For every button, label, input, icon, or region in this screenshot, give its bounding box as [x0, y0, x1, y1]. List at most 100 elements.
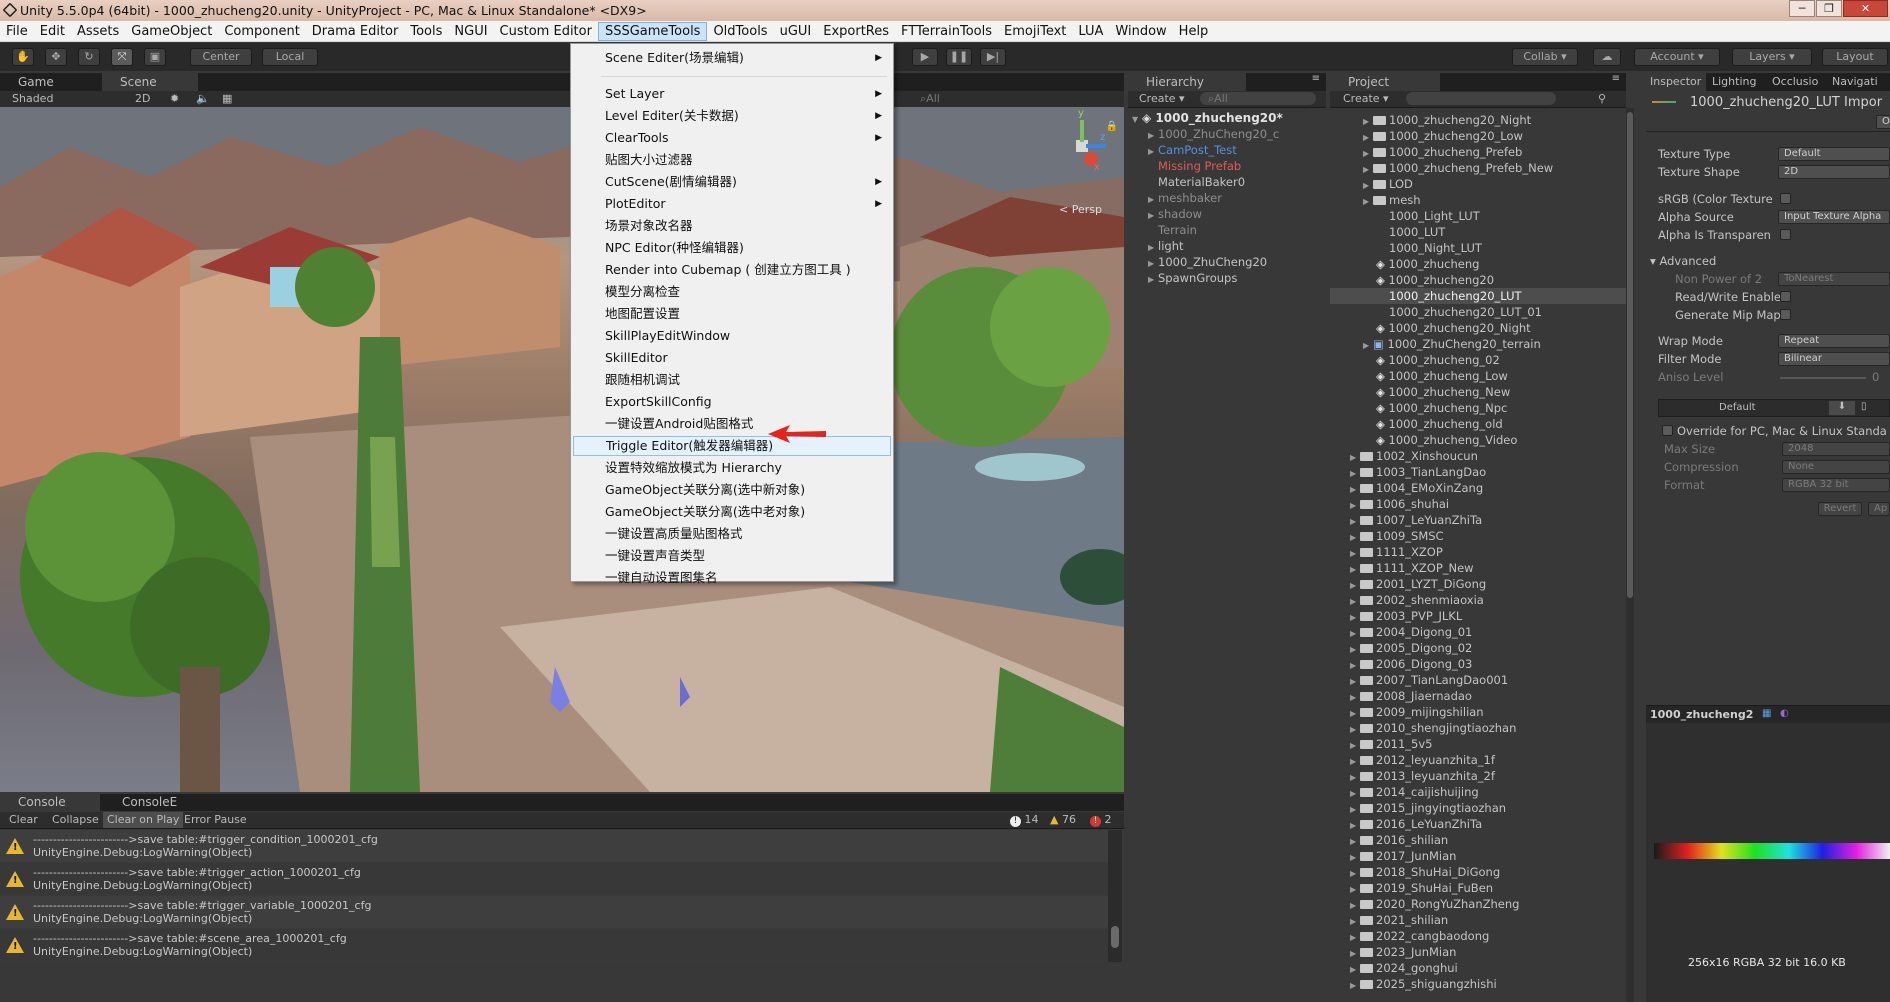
effects-toggle-icon[interactable]: ▦ [222, 91, 232, 107]
menu-assets[interactable]: Assets [71, 22, 125, 41]
project-create-dropdown[interactable]: Create ▾ [1343, 91, 1389, 107]
menu-item-15[interactable]: 跟随相机调试 [573, 370, 891, 390]
aniso-slider[interactable] [1780, 377, 1866, 379]
pivot-local-toggle[interactable]: Local [262, 48, 318, 66]
lock-icon[interactable]: 🔒 [1106, 121, 1118, 132]
menu-item-24[interactable]: 一键自动设置图集名 [573, 568, 891, 588]
clear-button[interactable]: Clear [9, 812, 38, 828]
console-scrollbar-thumb[interactable] [1111, 926, 1119, 948]
lighting-toggle-icon[interactable]: ✹ [170, 91, 179, 107]
hierarchy-item[interactable]: ▶ meshbaker [1148, 190, 1222, 206]
project-item[interactable]: ◈ 1000_zhucheng20 [1376, 272, 1494, 288]
project-item[interactable]: ◈ 1000_zhucheng_Video [1376, 432, 1517, 448]
layers-dropdown[interactable]: Layers ▾ [1732, 48, 1812, 66]
menu-item-10[interactable]: Render into Cubemap ( 创建立方图工具 ) [573, 260, 891, 280]
tab-occlusion[interactable]: Occlusio [1768, 73, 1826, 91]
hierarchy-item[interactable]: ▶ light [1148, 238, 1184, 254]
project-item[interactable]: ▶ 1009_SMSC [1350, 528, 1444, 544]
perspective-label[interactable]: < Persp [1059, 203, 1102, 216]
collapse-button[interactable]: Collapse [52, 812, 99, 828]
menu-item-16[interactable]: ExportSkillConfig [573, 392, 891, 412]
tab-project[interactable]: Project [1330, 73, 1440, 91]
project-item[interactable]: ▶ 2016_shilian [1350, 832, 1448, 848]
project-item[interactable]: ▶ 2011_5v5 [1350, 736, 1432, 752]
readwrite-checkbox[interactable] [1780, 291, 1791, 302]
scene-search-field[interactable]: ⌕All [920, 91, 940, 107]
revert-button[interactable]: Revert [1818, 502, 1862, 516]
project-item[interactable]: ▶ 1000_zhucheng20_Low [1363, 128, 1523, 144]
menu-item-19[interactable]: 设置特效缩放模式为 Hierarchy [573, 458, 891, 478]
project-item[interactable]: ▶ 2013_leyuanzhita_2f [1350, 768, 1495, 784]
project-item[interactable]: ▶ 1006_shuhai [1350, 496, 1449, 512]
project-item[interactable]: ▶ 2019_ShuHai_FuBen [1350, 880, 1493, 896]
project-item[interactable]: ▶ 2003_PVP_JLKL [1350, 608, 1462, 624]
project-item[interactable]: ▶ 2015_jingyingtiaozhan [1350, 800, 1506, 816]
hierarchy-list[interactable]: ▼ ◈ 1000_zhucheng20* ▶ 1000_ZhuCheng20_c ▶ Ca… [1128, 108, 1326, 1002]
menu-item-13[interactable]: SkillPlayEditWindow [573, 326, 891, 346]
menu-item-21[interactable]: GameObject关联分离(选中老对象) [573, 502, 891, 522]
platform-ios-icon[interactable]: ▯ [1861, 401, 1867, 412]
console-scrollbar[interactable] [1108, 830, 1122, 962]
project-item[interactable]: 1000_Light_LUT [1376, 208, 1480, 224]
format-dropdown[interactable]: RGBA 32 bit [1782, 478, 1890, 492]
project-item[interactable]: ▶ 2020_RongYuZhanZheng [1350, 896, 1519, 912]
expand-icon[interactable]: ▶ [1363, 338, 1373, 354]
scene-orientation-gizmo[interactable]: y z x [1048, 108, 1108, 182]
expand-icon[interactable]: ▶ [1363, 194, 1373, 210]
platform-standalone-icon[interactable]: ⬇ [1829, 401, 1855, 415]
menu-item-22[interactable]: 一键设置高质量贴图格式 [573, 524, 891, 544]
tab-navigation[interactable]: Navigati [1828, 73, 1890, 91]
menu-item-17[interactable]: 一键设置Android贴图格式 [573, 414, 891, 434]
project-item[interactable]: ▶ 2008_Jiaernadao [1350, 688, 1472, 704]
project-item[interactable]: ◈ 1000_zhucheng_02 [1376, 352, 1500, 368]
project-item[interactable]: ▶ 2024_gonghui [1350, 960, 1458, 976]
hierarchy-create-dropdown[interactable]: Create ▾ [1139, 91, 1185, 107]
project-item[interactable]: ▶ 1002_Xinshoucun [1350, 448, 1478, 464]
project-menu-icon[interactable]: ≡ [1612, 73, 1620, 84]
hierarchy-item[interactable]: ▶ 1000_ZhuCheng20 [1148, 254, 1267, 270]
menu-emojitext[interactable]: EmojiText [998, 22, 1072, 41]
tab-inspector[interactable]: Inspector [1646, 73, 1706, 91]
menu-item-3[interactable]: Level Editer(关卡数据) ▶ [573, 106, 891, 126]
mipmap-checkbox[interactable] [1780, 309, 1791, 320]
tab-scene[interactable]: Scene [102, 73, 198, 91]
project-item[interactable]: ▶ 2010_shengjingtiaozhan [1350, 720, 1516, 736]
apply-button[interactable]: Ap [1868, 502, 1890, 516]
menu-gameobject[interactable]: GameObject [125, 22, 218, 41]
tab-hierarchy[interactable]: Hierarchy [1128, 73, 1246, 91]
project-item[interactable]: ◈ 1000_zhucheng_old [1376, 416, 1503, 432]
pause-button[interactable]: ❚❚ [946, 48, 972, 66]
menu-lua[interactable]: LUA [1072, 22, 1109, 41]
override-checkbox[interactable] [1662, 425, 1673, 436]
menu-item-6[interactable]: CutScene(剧情编辑器) ▶ [573, 172, 891, 192]
project-item[interactable]: ▶ 1000_zhucheng_Prefeb_New [1363, 160, 1553, 176]
menu-item-18[interactable]: Triggle Editor(触发器编辑器) [573, 436, 891, 456]
filter-mode-dropdown[interactable]: Bilinear [1778, 352, 1890, 366]
warning-count-toggle[interactable]: ▲ 76 [1050, 812, 1076, 828]
project-item[interactable]: ▶ 2001_LYZT_DiGong [1350, 576, 1486, 592]
collab-dropdown[interactable]: Collab ▾ [1512, 48, 1578, 66]
project-item[interactable]: ▶ mesh [1363, 192, 1421, 208]
hand-tool-button[interactable]: ✋ [12, 48, 34, 66]
menu-item-8[interactable]: 场景对象改名器 [573, 216, 891, 236]
hierarchy-menu-icon[interactable]: ≡ [1312, 73, 1320, 84]
project-item[interactable]: ▶ 2004_Digong_01 [1350, 624, 1472, 640]
rotate-tool-button[interactable]: ↻ [78, 48, 100, 66]
minimize-button[interactable]: ─ [1789, 0, 1815, 17]
console-log-row[interactable]: ------------------------>save table:#sce… [0, 929, 1108, 961]
menu-item-2[interactable]: Set Layer ▶ [573, 84, 891, 104]
project-item[interactable]: ▶ 2006_Digong_03 [1350, 656, 1472, 672]
close-window-button[interactable]: ✕ [1843, 0, 1888, 17]
menu-sssgametools[interactable]: SSSGameTools [597, 21, 708, 41]
project-item[interactable]: ▶ 2018_ShuHai_DiGong [1350, 864, 1500, 880]
menu-item-23[interactable]: 一键设置声音类型 [573, 546, 891, 566]
menu-item-0[interactable]: Scene Editer(场景编辑) ▶ [573, 48, 891, 68]
maximize-button[interactable]: ❐ [1816, 0, 1842, 17]
project-item[interactable]: ▶ 1004_EMoXinZang [1350, 480, 1483, 496]
tab-game[interactable]: Game [0, 73, 96, 91]
project-item[interactable]: ▶ 1111_XZOP [1350, 544, 1443, 560]
project-item[interactable]: ▶ 2009_mijingshilian [1350, 704, 1484, 720]
menu-item-11[interactable]: 模型分离检查 [573, 282, 891, 302]
menu-ugui[interactable]: uGUI [774, 22, 818, 41]
project-item[interactable]: ▶ 2021_shilian [1350, 912, 1448, 928]
